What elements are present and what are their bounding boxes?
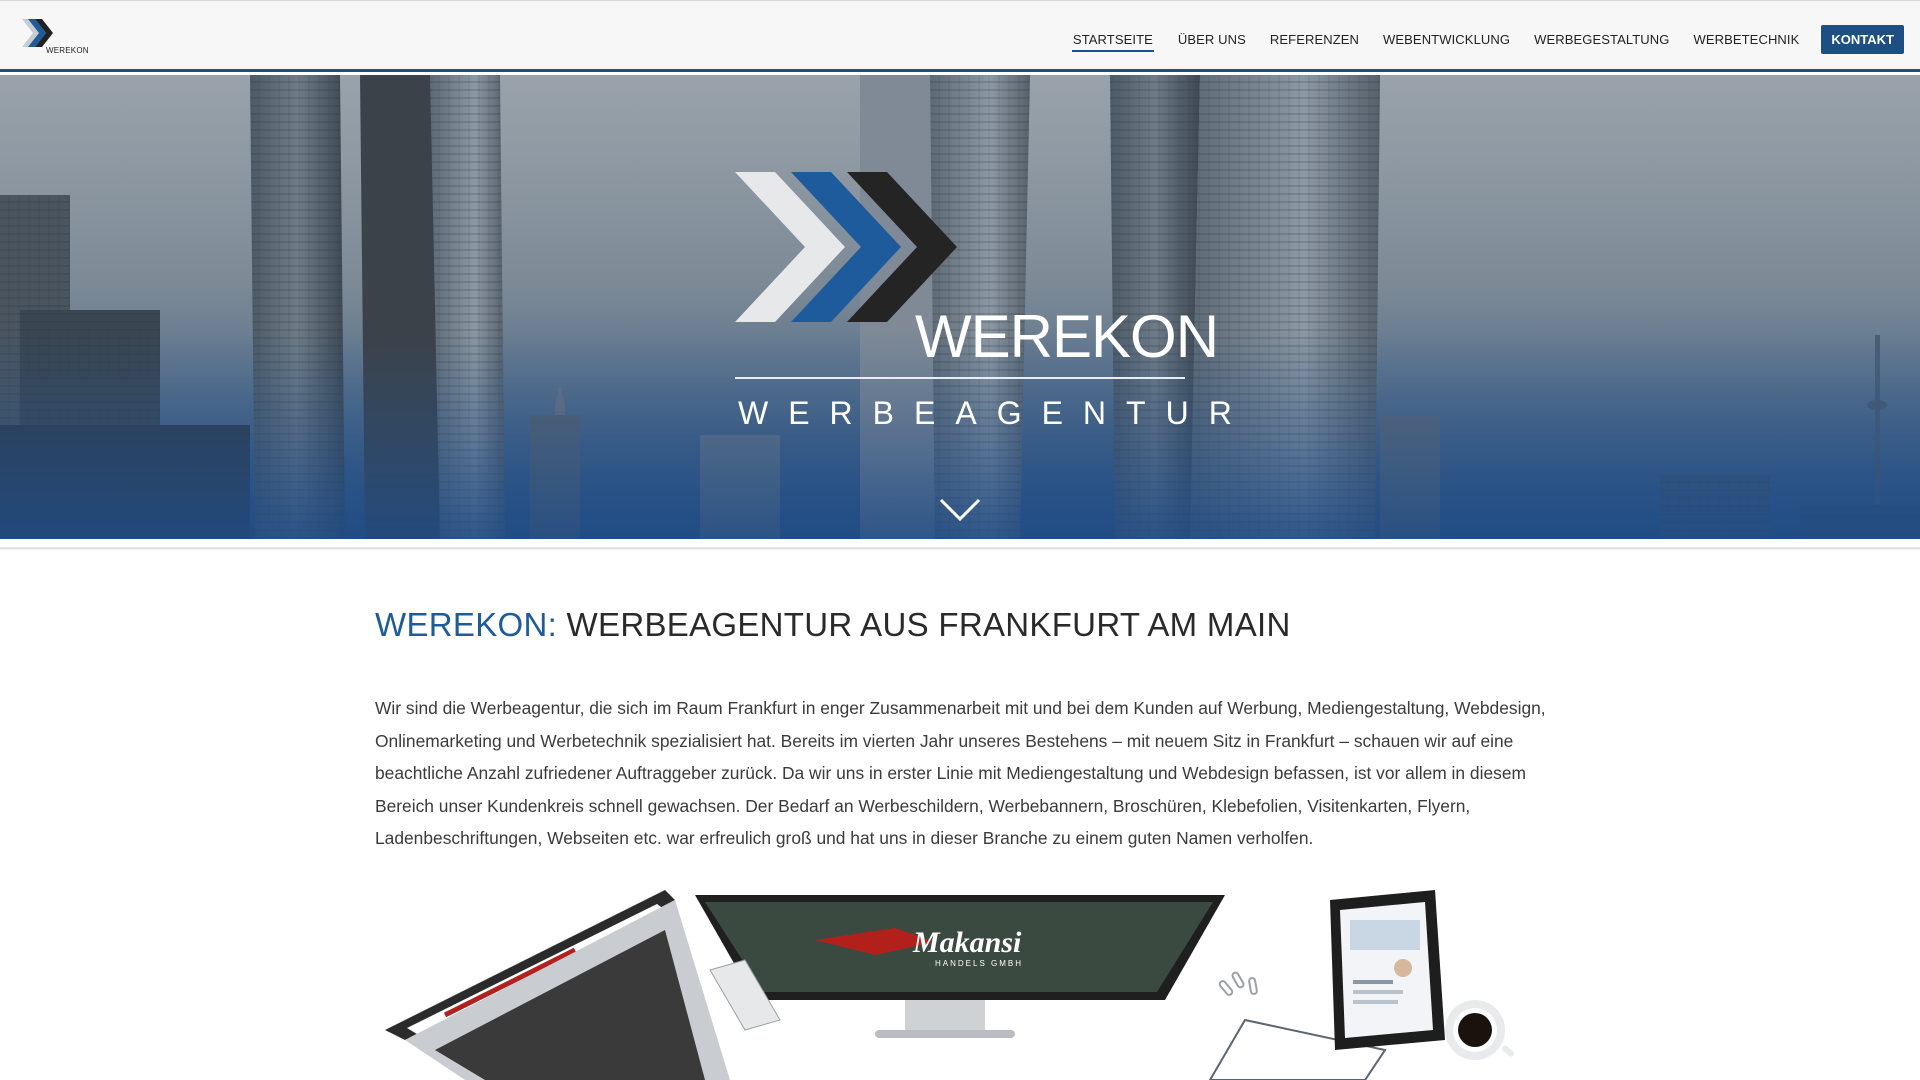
- main-nav: STARTSEITE ÜBER UNS REFERENZEN WEBENTWIC…: [1048, 25, 1904, 54]
- scroll-down-chevron-icon[interactable]: [938, 496, 982, 524]
- intro-paragraph: Wir sind die Werbeagentur, die sich im R…: [375, 698, 1546, 848]
- page-title-rest: WERBEAGENTUR AUS FRANKFURT AM MAIN: [557, 606, 1291, 643]
- nav-item-ueber-uns[interactable]: ÜBER UNS: [1178, 27, 1246, 52]
- page-title-accent: WEREKON:: [375, 606, 558, 643]
- nav-item-referenzen[interactable]: REFERENZEN: [1270, 27, 1359, 52]
- nav-item-werbegestaltung[interactable]: WERBEGESTALTUNG: [1534, 27, 1669, 52]
- page-title: WEREKON: WERBEAGENTUR AUS FRANKFURT AM M…: [375, 606, 1291, 644]
- nav-item-startseite[interactable]: STARTSEITE: [1071, 27, 1154, 52]
- laptop-icon: [385, 890, 730, 1080]
- paper-clips-icon: [1218, 971, 1258, 996]
- site-logo[interactable]: WEREKON: [18, 15, 90, 59]
- kontakt-button[interactable]: KONTAKT: [1821, 25, 1904, 54]
- nav-item-werbetechnik[interactable]: WERBETECHNIK: [1693, 27, 1799, 52]
- site-header: WEREKON STARTSEITE ÜBER UNS REFERENZEN W…: [0, 0, 1920, 72]
- logo-text: WEREKON: [46, 46, 89, 55]
- hero-brand-name: WEREKON: [915, 303, 1219, 370]
- tablet-icon: [1330, 890, 1445, 1050]
- hero-divider-line: [735, 377, 1185, 379]
- hero-banner: WEREKON WERBEAGENTUR: [0, 75, 1920, 539]
- hero-bottom-divider: [0, 539, 1920, 551]
- nav-item-webentwicklung[interactable]: WEBENTWICKLUNG: [1383, 27, 1510, 52]
- monitor-sub-text: HANDELS GMBH: [935, 959, 1023, 968]
- devices-illustration: Makansi HANDELS GMBH: [385, 890, 1515, 1080]
- monitor-brand-text: Makansi: [912, 926, 1022, 959]
- hero-subtitle: WERBEAGENTUR: [738, 395, 1252, 431]
- coffee-cup-icon: [1445, 1000, 1515, 1060]
